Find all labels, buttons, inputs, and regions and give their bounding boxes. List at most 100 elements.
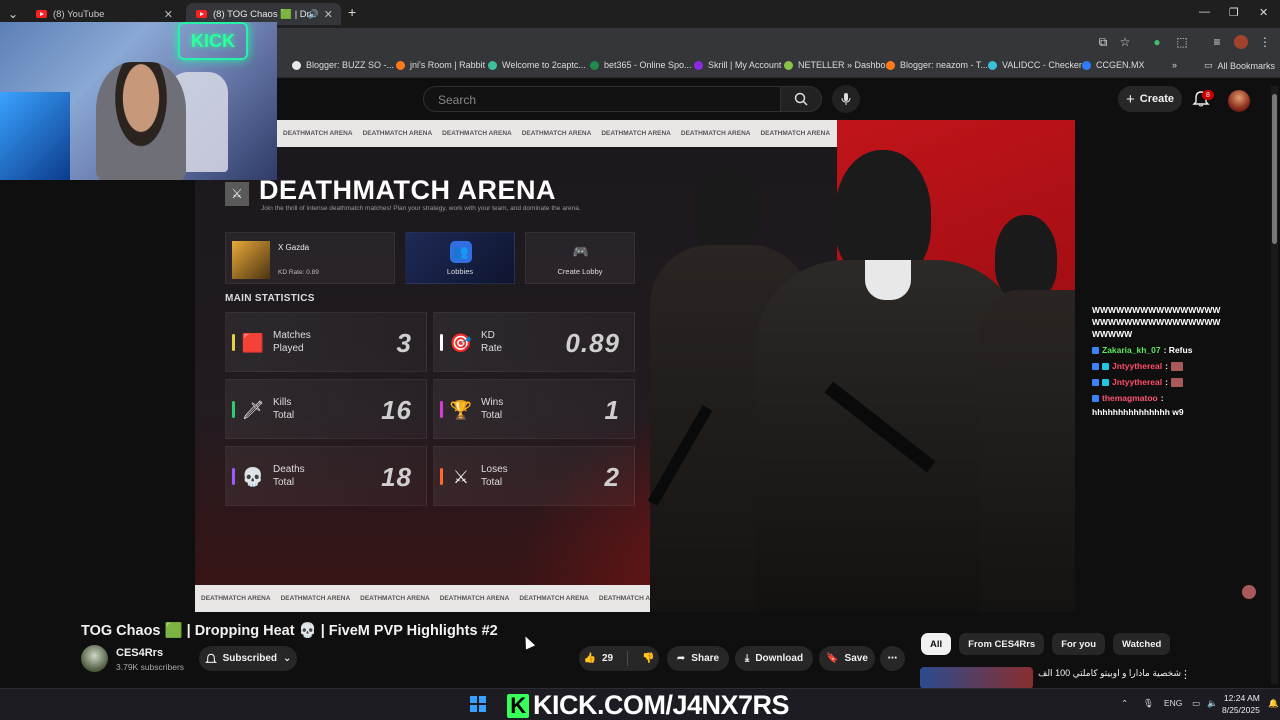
divider <box>627 651 629 666</box>
bookmark-favicon-icon <box>1082 60 1091 70</box>
all-bookmarks[interactable]: ▭ All Bookmarks <box>1204 60 1275 71</box>
microphone-tray-icon[interactable]: 🎙 <box>1143 698 1154 709</box>
bookmark-item[interactable]: VALIDCC - Checker <box>988 60 1082 70</box>
webcam-overlay: KICK <box>0 22 277 180</box>
recommended-thumbnail[interactable] <box>920 667 1033 689</box>
youtube-favicon-icon <box>196 10 207 18</box>
new-tab-button[interactable]: + <box>348 4 356 20</box>
network-icon[interactable]: ▭ <box>1192 698 1200 709</box>
cube-icon: 🟥 <box>241 332 265 353</box>
bookmarks-overflow-icon[interactable]: » <box>1172 60 1177 70</box>
search-button[interactable] <box>780 86 822 112</box>
create-button[interactable]: + Create <box>1118 86 1182 112</box>
close-tab-icon[interactable]: ✕ <box>164 8 173 21</box>
language-indicator[interactable]: ENG <box>1164 698 1182 708</box>
notification-badge: 8 <box>1202 90 1214 100</box>
chip-all[interactable]: All <box>921 633 952 655</box>
chip-for-you[interactable]: For you <box>1052 633 1106 655</box>
arena-title: DEATHMATCH ARENA <box>259 175 556 205</box>
chat-message: Jntyythereal: <box>1092 360 1222 372</box>
bookmark-favicon-icon <box>988 60 997 70</box>
windows-start-icon[interactable] <box>470 696 486 712</box>
knife-icon: 🗡 <box>241 399 265 420</box>
main-statistics-heading: MAIN STATISTICS <box>225 293 315 304</box>
chip-watched[interactable]: Watched <box>1113 633 1171 655</box>
download-button[interactable]: ⤓ Download <box>735 646 813 671</box>
bookmark-item[interactable]: CCGEN.MX <box>1082 60 1145 70</box>
thumbs-down-icon[interactable]: 👎 <box>642 653 654 664</box>
users-icon: 👥 <box>450 241 472 263</box>
stat-kills: 🗡 Kills Total 16 <box>225 379 427 439</box>
stat-accent-bar <box>440 468 443 485</box>
subscribed-button[interactable]: Subscribed ⌄ <box>199 646 297 671</box>
bookmark-item[interactable]: Blogger: neazom - T... <box>886 60 988 70</box>
kick-channel-banner: K KICK.COM/J4NX7RS <box>507 690 790 720</box>
background-monitor <box>0 92 70 180</box>
bookmark-item[interactable]: bet365 - Online Spo... <box>590 60 692 70</box>
stat-accent-bar <box>440 401 443 418</box>
bookmark-icon: 🔖 <box>826 653 839 664</box>
mouse-cursor-icon <box>520 634 536 650</box>
like-count[interactable]: 29 <box>602 653 613 664</box>
chat-message: hhhhhhhhhhhhhhh w9 <box>1092 407 1184 417</box>
video-player[interactable]: DEATHMATCH ARENA DEATHMATCH ARENA DEATHMAT… <box>195 120 1075 612</box>
kick-neon-sign: KICK <box>178 22 248 60</box>
extensions-icon[interactable]: ⬚ <box>1175 35 1189 49</box>
channel-name[interactable]: CES4Rrs <box>116 647 163 659</box>
folder-icon: ▭ <box>1204 60 1213 70</box>
crossed-swords-icon: ⚔ <box>452 466 470 487</box>
channel-avatar[interactable] <box>81 645 108 672</box>
profile-name: X Gazda <box>278 243 310 252</box>
system-clock[interactable]: 12:24 AM 8/25/2025 <box>1222 692 1260 716</box>
marquee-top: DEATHMATCH ARENA DEATHMATCH ARENA DEATHMAT… <box>277 120 837 147</box>
chevron-down-icon: ⌄ <box>283 653 292 664</box>
bookmark-item[interactable]: Blogger: BUZZ SO -... <box>292 60 394 70</box>
user-avatar[interactable] <box>1228 90 1250 112</box>
extension-shield-icon[interactable]: ● <box>1150 35 1164 49</box>
subscriber-count: 3.79K subscribers <box>116 662 185 672</box>
thumbs-up-icon[interactable]: 👍 <box>583 653 595 664</box>
more-actions-button[interactable]: ⋯ <box>880 646 905 671</box>
download-icon: ⤓ <box>744 653 750 664</box>
volume-icon[interactable]: 🔈 <box>1207 698 1218 709</box>
audio-icon[interactable]: 🔊 <box>308 9 319 20</box>
tab-search-icon[interactable]: ⌄ <box>6 7 20 21</box>
chat-message: WWWWW <box>1092 329 1133 339</box>
bookmark-item[interactable]: Welcome to 2captc... <box>488 60 586 70</box>
badge-icon <box>1102 378 1109 386</box>
install-icon[interactable]: ⧉ <box>1096 35 1110 49</box>
voice-search-button[interactable] <box>832 85 860 113</box>
scrollbar-thumb[interactable] <box>1272 94 1277 244</box>
more-options-icon[interactable]: ⋮ <box>1180 668 1191 681</box>
search-input[interactable]: Search <box>423 86 781 112</box>
minimize-icon[interactable]: — <box>1199 6 1210 18</box>
trophy-icon: 🏆 <box>449 399 473 420</box>
share-button[interactable]: ➦ Share <box>667 646 729 671</box>
chat-overlay: WWWWWWWWWWWWWWWW WWWWWWWWWWWWWWWW WWWWW … <box>1092 304 1222 422</box>
notifications-icon[interactable]: 🔔 <box>1268 698 1279 709</box>
page-scrollbar[interactable] <box>1271 86 1278 684</box>
restore-icon[interactable]: ❐ <box>1229 6 1239 19</box>
create-lobby-card: 🎮 Create Lobby <box>525 232 635 284</box>
bookmark-item[interactable]: jni's Room | Rabbit <box>396 60 485 70</box>
chip-from-channel[interactable]: From CES4Rrs <box>959 633 1045 655</box>
bookmark-item[interactable]: NETELLER » Dashbo... <box>784 60 893 70</box>
menu-icon[interactable]: ⋮ <box>1258 35 1272 49</box>
save-button[interactable]: 🔖 Save <box>819 646 875 671</box>
skull-icon: 💀 <box>241 466 265 487</box>
close-window-icon[interactable]: ✕ <box>1259 6 1268 19</box>
tray-chevron-icon[interactable]: ⌃ <box>1121 698 1128 709</box>
stat-accent-bar <box>232 401 235 418</box>
channel-watermark-icon[interactable] <box>1242 585 1256 599</box>
gamepad-icon: 🎮 <box>572 244 590 259</box>
profile-picture <box>232 241 270 279</box>
recommended-title[interactable]: شخصية مادارا و اوبيتو كاملتي 100 الف <box>1038 668 1181 679</box>
streamer <box>96 62 186 180</box>
bookmark-item[interactable]: Skrill | My Account <box>694 60 781 70</box>
bookmark-star-icon[interactable]: ☆ <box>1118 35 1132 49</box>
close-tab-icon[interactable]: ✕ <box>324 8 333 21</box>
youtube-favicon-icon <box>36 10 47 18</box>
reading-list-icon[interactable]: ≡ <box>1210 35 1224 49</box>
profile-avatar[interactable] <box>1234 35 1248 49</box>
bell-icon <box>204 653 217 663</box>
